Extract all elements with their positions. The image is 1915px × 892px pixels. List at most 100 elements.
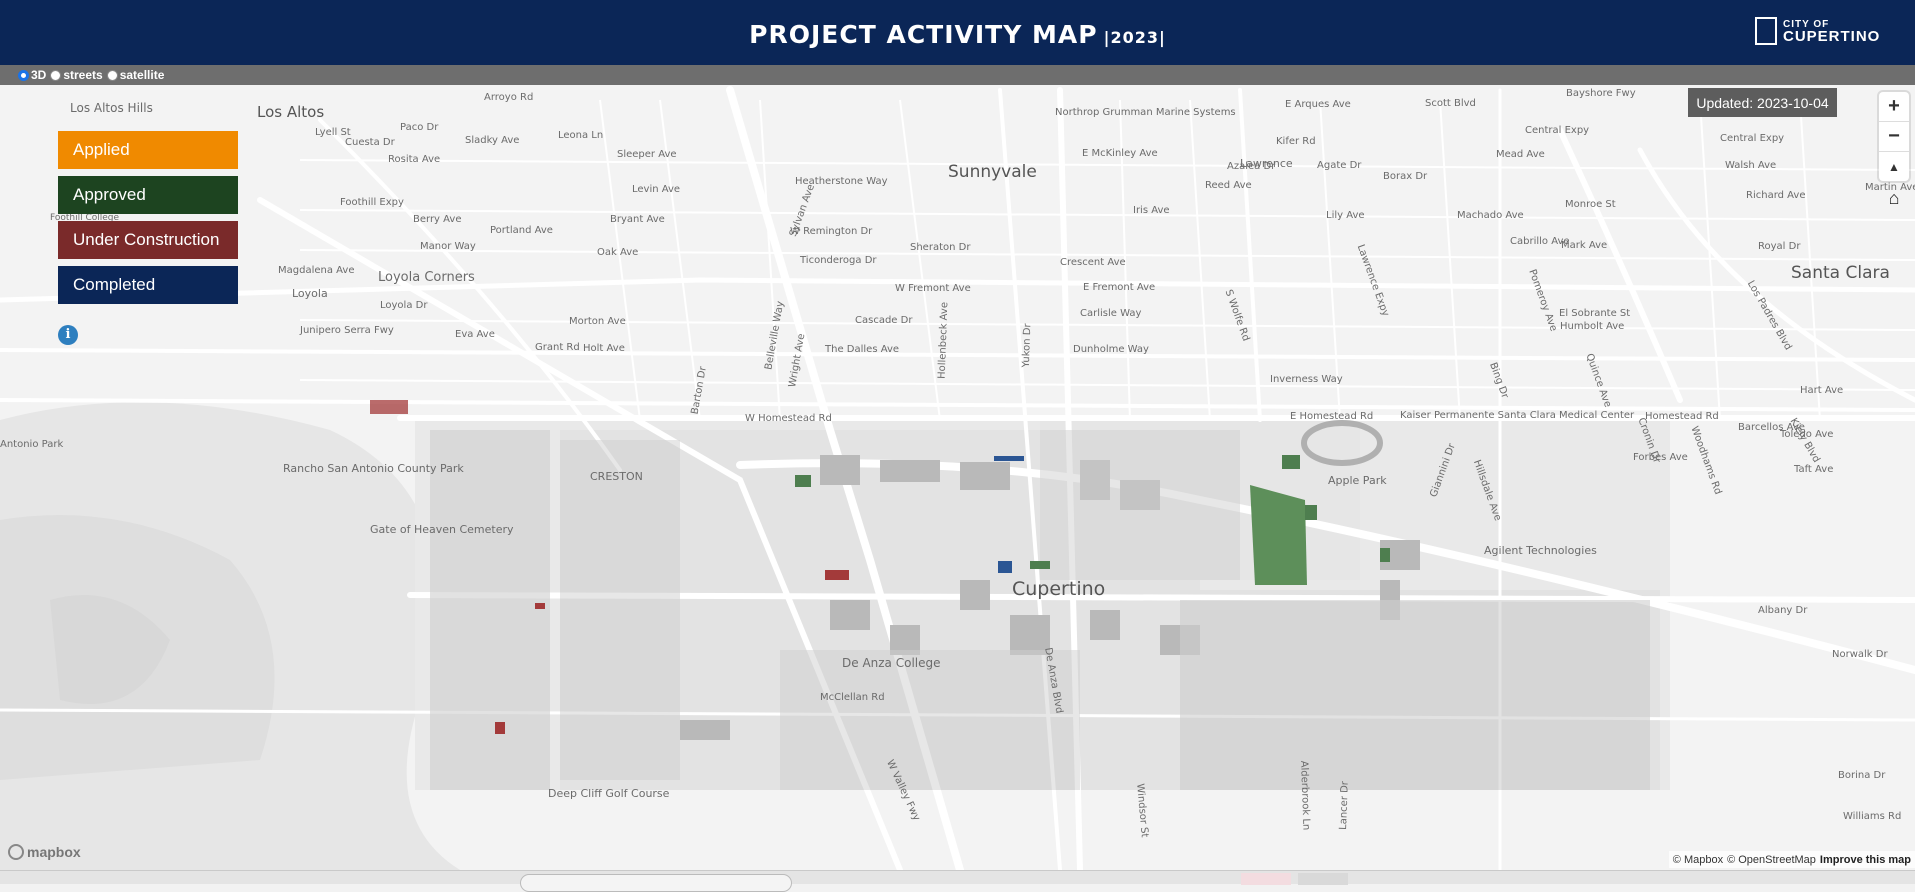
label-arroyo: Arroyo Rd xyxy=(484,92,533,103)
bottom-pill[interactable] xyxy=(520,874,792,892)
zoom-in-button[interactable]: + xyxy=(1879,92,1909,122)
label-magdalena: Magdalena Ave xyxy=(278,265,354,276)
label-the-dalles: The Dalles Ave xyxy=(824,344,899,355)
attribution-improve[interactable]: Improve this map xyxy=(1820,854,1911,866)
legend-approved[interactable]: Approved xyxy=(58,176,238,214)
label-walsh: Walsh Ave xyxy=(1725,160,1776,171)
label-carlisle: Carlisle Way xyxy=(1080,308,1141,319)
attribution-osm[interactable]: © OpenStreetMap xyxy=(1727,854,1816,866)
label-central-expy-1: Central Expy xyxy=(1525,125,1589,136)
label-taft: Taft Ave xyxy=(1793,464,1833,475)
legend-under-construction[interactable]: Under Construction xyxy=(58,221,238,259)
radio-3d[interactable] xyxy=(18,69,29,81)
label-e-fremont: E Fremont Ave xyxy=(1083,282,1155,293)
label-williams: Williams Rd xyxy=(1843,811,1901,822)
map-attribution: © Mapbox © OpenStreetMap Improve this ma… xyxy=(1668,851,1915,868)
label-toledo: Toledo Ave xyxy=(1779,429,1833,440)
layer-selector: 3D streets satellite xyxy=(0,65,1915,85)
label-cuesta: Cuesta Dr xyxy=(345,137,396,148)
label-borina: Borina Dr xyxy=(1838,770,1886,781)
label-apple-park: Apple Park xyxy=(1328,474,1387,487)
label-forbes: Forbes Ave xyxy=(1633,452,1688,463)
bottom-bar xyxy=(0,870,1915,892)
label-w-fremont: W Fremont Ave xyxy=(895,283,971,294)
title-text: PROJECT ACTIVITY MAP xyxy=(749,20,1098,49)
legend-completed[interactable]: Completed xyxy=(58,266,238,304)
label-bryant: Bryant Ave xyxy=(610,214,665,225)
label-heatherstone: Heatherstone Way xyxy=(795,176,888,187)
label-hart: Hart Ave xyxy=(1800,385,1843,396)
label-sheraton: Sheraton Dr xyxy=(910,242,971,253)
label-berry: Berry Ave xyxy=(413,214,461,225)
label-sunnyvale: Sunnyvale xyxy=(948,162,1037,182)
zoom-control: + − ▲ xyxy=(1879,92,1909,181)
label-lily: Lily Ave xyxy=(1326,210,1365,221)
label-foothill: Foothill Expy xyxy=(340,197,404,208)
map-canvas[interactable]: Sunnyvale Cupertino Santa Clara Los Alto… xyxy=(0,85,1915,870)
home-button[interactable]: ⌂ xyxy=(1884,188,1904,208)
label-rosita: Rosita Ave xyxy=(388,154,440,165)
label-bayshore: Bayshore Fwy xyxy=(1566,88,1636,99)
label-eva: Eva Ave xyxy=(455,329,495,340)
label-los-altos-hills: Los Altos Hills xyxy=(70,101,153,115)
page-title: PROJECT ACTIVITY MAP |2023| xyxy=(0,20,1915,49)
label-machado: Machado Ave xyxy=(1457,210,1524,221)
radio-satellite[interactable] xyxy=(106,69,118,81)
attribution-mapbox[interactable]: © Mapbox xyxy=(1673,854,1723,866)
label-holt: Holt Ave xyxy=(583,343,625,354)
label-sladky: Sladky Ave xyxy=(465,135,519,146)
legend-under-construction-label: Under Construction xyxy=(73,230,220,249)
label-inverness: Inverness Way xyxy=(1270,374,1343,385)
mapbox-logo[interactable]: mapbox xyxy=(8,843,81,861)
layer-label-streets: streets xyxy=(63,68,103,82)
layer-label-satellite: satellite xyxy=(119,68,165,82)
label-richard: Richard Ave xyxy=(1746,190,1805,201)
label-mead: Mead Ave xyxy=(1496,149,1545,160)
logo-line2: CUPERTINO xyxy=(1783,28,1881,45)
label-los-altos: Los Altos xyxy=(257,103,324,121)
label-levin: Levin Ave xyxy=(632,184,680,195)
mapbox-logo-text: mapbox xyxy=(27,844,81,860)
layer-option-3d[interactable]: 3D xyxy=(18,68,46,82)
bottom-tab-2[interactable] xyxy=(1298,873,1348,885)
legend-applied-label: Applied xyxy=(73,140,130,159)
bottom-tab-1[interactable] xyxy=(1241,873,1291,885)
status-legend: Applied Approved Under Construction Comp… xyxy=(58,131,238,311)
city-seal-icon xyxy=(1755,17,1777,45)
layer-option-satellite[interactable]: satellite xyxy=(106,68,165,82)
label-paco: Paco Dr xyxy=(400,122,439,133)
label-albany: Albany Dr xyxy=(1758,605,1808,616)
layer-label-3d: 3D xyxy=(31,68,47,82)
label-e-arques: E Arques Ave xyxy=(1285,99,1351,110)
label-leona: Leona Ln xyxy=(558,130,603,141)
zoom-out-button[interactable]: − xyxy=(1879,122,1909,152)
layer-option-streets[interactable]: streets xyxy=(50,68,103,82)
label-agate: Agate Dr xyxy=(1317,160,1362,171)
label-loyola: Loyola xyxy=(292,287,328,300)
radio-streets[interactable] xyxy=(50,69,62,81)
legend-completed-label: Completed xyxy=(73,275,156,294)
label-azalea: Azalea Dr xyxy=(1227,161,1276,172)
label-lyell: Lyell St xyxy=(315,127,351,138)
label-sleeper: Sleeper Ave xyxy=(617,149,677,160)
header-bar: PROJECT ACTIVITY MAP |2023| CITY OF CUPER… xyxy=(0,0,1915,65)
label-norwalk: Norwalk Dr xyxy=(1832,649,1888,660)
mapbox-mark-icon xyxy=(8,844,24,860)
logo-text: CITY OF CUPERTINO xyxy=(1783,19,1881,45)
label-mark: Mark Ave xyxy=(1561,240,1607,251)
label-kifer: Kifer Rd xyxy=(1276,136,1316,147)
label-oak: Oak Ave xyxy=(597,247,638,258)
map-graphic: Sunnyvale Cupertino Santa Clara Los Alto… xyxy=(0,86,1915,870)
label-crescent: Crescent Ave xyxy=(1060,257,1126,268)
label-agilent: Agilent Technologies xyxy=(1484,544,1597,557)
legend-applied[interactable]: Applied xyxy=(58,131,238,169)
legend-approved-label: Approved xyxy=(73,185,146,204)
label-creston: CRESTON xyxy=(590,470,643,483)
label-dunholme: Dunholme Way xyxy=(1073,344,1149,355)
info-icon[interactable]: i xyxy=(58,325,78,345)
compass-button[interactable]: ▲ xyxy=(1879,152,1909,181)
label-grant: Grant Rd xyxy=(535,342,580,353)
label-cascade: Cascade Dr xyxy=(855,315,913,326)
label-cupertino: Cupertino xyxy=(1012,578,1105,600)
label-de-anza-college: De Anza College xyxy=(842,656,941,670)
